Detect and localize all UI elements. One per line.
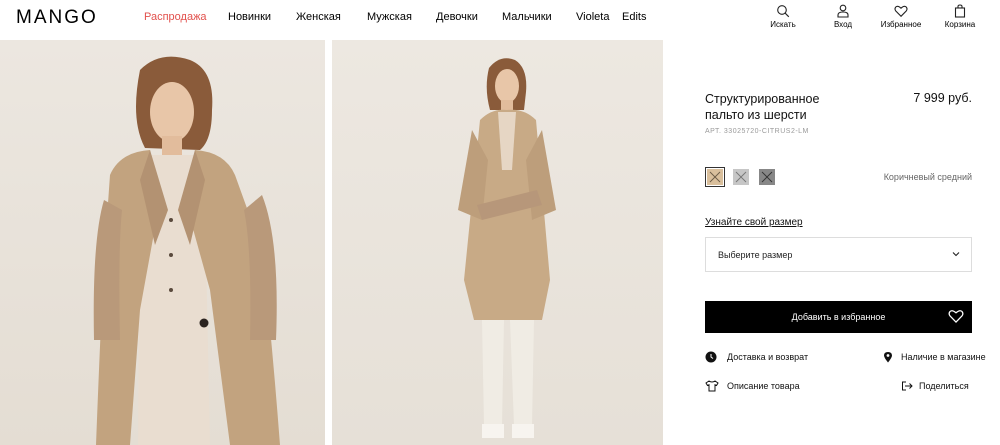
- delivery-returns-label: Доставка и возврат: [727, 352, 809, 362]
- share-label: Поделиться: [919, 381, 969, 391]
- cart-label: Корзина: [944, 20, 976, 29]
- nav-item-men[interactable]: Мужская: [367, 11, 412, 23]
- nav-item-sale[interactable]: Распродажа: [144, 11, 207, 23]
- login-button[interactable]: Вход: [828, 4, 858, 29]
- nav-item-edits[interactable]: Edits: [622, 11, 646, 23]
- product-sku: АРТ. 33025720-CITRUS2-LM: [705, 128, 809, 135]
- user-icon: [837, 4, 849, 18]
- product-description-label: Описание товара: [727, 381, 800, 391]
- nav-item-women[interactable]: Женская: [296, 11, 341, 23]
- add-to-favorites-label: Добавить в избранное: [791, 312, 886, 322]
- site-header: MANGO Распродажа Новинки Женская Мужская…: [0, 0, 1000, 40]
- share-icon: [902, 381, 913, 391]
- login-label: Вход: [833, 20, 853, 29]
- color-swatch-dark-grey[interactable]: [759, 169, 775, 185]
- add-to-favorites-button[interactable]: Добавить в избранное: [705, 301, 972, 333]
- heart-icon: [948, 310, 964, 323]
- store-availability-label: Наличие в магазине: [901, 352, 986, 362]
- product-photo-closeup[interactable]: [0, 40, 325, 445]
- header-tools: Искать Вход Избранное Корзина: [760, 4, 1000, 36]
- product-info-panel: Структурированное пальто из шерсти 7 999…: [663, 40, 1000, 445]
- chevron-down-icon: [952, 252, 960, 257]
- model-full-illustration: [458, 58, 556, 438]
- color-swatch-light-grey[interactable]: [733, 169, 749, 185]
- favorites-label: Избранное: [880, 20, 922, 29]
- clock-icon: [705, 351, 717, 363]
- nav-item-girls[interactable]: Девочки: [436, 11, 478, 23]
- cart-button[interactable]: Корзина: [940, 4, 980, 29]
- nav-item-violeta[interactable]: Violeta: [576, 11, 609, 23]
- product-photo-full[interactable]: [332, 40, 663, 445]
- selected-cross-icon: [709, 171, 721, 183]
- unavailable-cross-icon: [761, 171, 773, 183]
- unavailable-cross-icon: [735, 171, 747, 183]
- search-button[interactable]: Искать: [768, 4, 798, 29]
- bag-icon: [954, 4, 966, 18]
- heart-icon: [894, 5, 908, 18]
- brand-logo[interactable]: MANGO: [16, 7, 98, 29]
- favorites-button[interactable]: Избранное: [876, 4, 926, 29]
- product-price: 7 999 руб.: [913, 91, 972, 105]
- search-icon: [777, 5, 790, 18]
- nav-item-new[interactable]: Новинки: [228, 11, 271, 23]
- color-swatch-beige[interactable]: [705, 167, 725, 187]
- model-closeup-illustration: [93, 56, 280, 445]
- nav-item-boys[interactable]: Мальчики: [502, 11, 552, 23]
- size-guide-link[interactable]: Узнайте свой размер: [705, 217, 803, 228]
- search-label: Искать: [770, 20, 796, 29]
- selected-color-name: Коричневый средний: [883, 172, 972, 182]
- tshirt-icon: [705, 380, 719, 392]
- size-select[interactable]: Выберите размер: [705, 237, 972, 272]
- product-title: Структурированное пальто из шерсти: [705, 92, 820, 122]
- location-pin-icon: [884, 352, 892, 363]
- size-select-placeholder: Выберите размер: [718, 250, 793, 260]
